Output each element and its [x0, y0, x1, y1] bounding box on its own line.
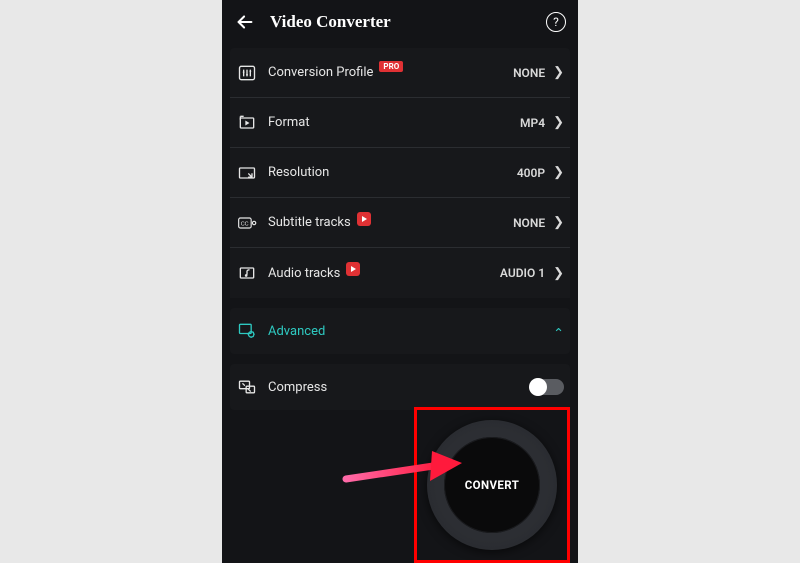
row-audio-tracks[interactable]: Audio tracks AUDIO 1 ❯: [230, 248, 570, 298]
convert-button[interactable]: CONVERT: [444, 437, 540, 533]
red-play-badge-icon: [346, 262, 360, 276]
convert-highlight-box: CONVERT: [414, 407, 570, 563]
chevron-down-icon: ⌄: [553, 324, 564, 339]
settings-list: Conversion Profile PRO NONE ❯ Format MP4…: [222, 48, 578, 410]
format-icon: [236, 112, 258, 134]
row-value: 400P: [517, 166, 545, 180]
advanced-gear-icon: [236, 320, 258, 342]
chevron-right-icon: ❯: [553, 215, 564, 230]
row-label: Advanced: [268, 324, 553, 339]
svg-text:CC: CC: [241, 221, 249, 227]
resolution-icon: [236, 162, 258, 184]
sliders-icon: [236, 62, 258, 84]
chevron-right-icon: ❯: [553, 65, 564, 80]
chevron-right-icon: ❯: [553, 115, 564, 130]
row-format[interactable]: Format MP4 ❯: [230, 98, 570, 148]
row-compress: Compress: [230, 364, 570, 410]
help-button[interactable]: ?: [546, 12, 566, 32]
red-play-badge-icon: [357, 212, 371, 226]
row-label: Format: [268, 115, 520, 130]
row-resolution[interactable]: Resolution 400P ❯: [230, 148, 570, 198]
audio-icon: [236, 262, 258, 284]
compress-toggle[interactable]: [530, 379, 564, 395]
row-label: Conversion Profile PRO: [268, 65, 513, 80]
compress-icon: [236, 376, 258, 398]
cc-icon: CC: [236, 212, 258, 234]
chevron-right-icon: ❯: [553, 266, 564, 281]
top-bar: Video Converter ?: [222, 0, 578, 44]
row-value: NONE: [513, 66, 545, 80]
row-value: NONE: [513, 216, 545, 230]
row-label: Subtitle tracks: [268, 215, 513, 230]
row-value: MP4: [520, 116, 545, 130]
row-conversion-profile[interactable]: Conversion Profile PRO NONE ❯: [230, 48, 570, 98]
app-screen: Video Converter ? Conversion Profile PRO…: [222, 0, 578, 563]
row-value: AUDIO 1: [500, 266, 545, 280]
pro-badge: PRO: [379, 61, 403, 72]
row-label: Compress: [268, 380, 530, 395]
row-subtitle-tracks[interactable]: CC Subtitle tracks NONE ❯: [230, 198, 570, 248]
back-button[interactable]: [234, 11, 262, 33]
chevron-right-icon: ❯: [553, 165, 564, 180]
row-label: Audio tracks: [268, 266, 500, 281]
row-label: Resolution: [268, 165, 517, 180]
row-advanced[interactable]: Advanced ⌄: [230, 308, 570, 354]
convert-button-ring: CONVERT: [427, 420, 557, 550]
page-title: Video Converter: [270, 12, 546, 32]
